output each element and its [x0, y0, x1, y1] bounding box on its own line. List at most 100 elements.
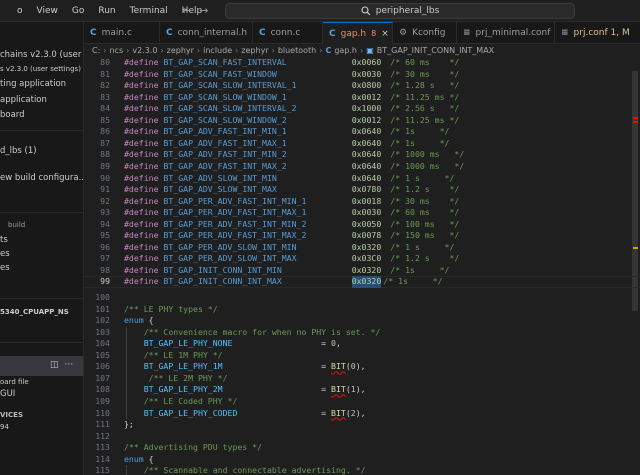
tab-kconfig[interactable]: ⚙ Kconfig	[393, 22, 457, 44]
code-line[interactable]: 99 #define BT_GAP_INIT_CONN_INT_MAX 0x0320…	[84, 276, 640, 289]
code-line[interactable]: 95 #define BT_GAP_PER_ADV_FAST_INT_MAX_2 0…	[84, 230, 640, 242]
code-line[interactable]: 112	[84, 431, 640, 443]
forward-arrow-icon[interactable]: →	[199, 4, 208, 17]
command-center-search[interactable]: peripheral_lbs	[225, 3, 575, 19]
c-file-icon: C	[325, 46, 332, 55]
tab-main-c[interactable]: C main.c	[84, 22, 160, 44]
breadcrumb-symbol[interactable]: BT_GAP_INIT_CONN_INT_MAX	[377, 46, 494, 55]
code-line[interactable]: 113 /** Advertising PDU types */	[84, 442, 640, 454]
more-icon[interactable]: ···	[65, 360, 74, 370]
code-line[interactable]: 111};	[84, 419, 640, 431]
sidebar-item-device[interactable]: 94	[0, 423, 9, 431]
code-line[interactable]: 109 /** LE Coded PHY */	[84, 396, 640, 408]
sidebar-item-files-2[interactable]: es	[0, 263, 10, 273]
macro-name: BT_GAP_ADV_FAST_INT_MIN_2	[158, 149, 287, 160]
gear-icon: ⚙	[399, 28, 408, 38]
code-line[interactable]: 81 #define BT_GAP_SCAN_FAST_WINDOW 0x0030 /…	[84, 69, 640, 81]
code-line[interactable]: 97 #define BT_GAP_PER_ADV_SLOW_INT_MAX 0x0…	[84, 253, 640, 265]
tab-gap-h[interactable]: C gap.h 8 ×	[323, 22, 393, 44]
code-line[interactable]: 107 /** LE 2M PHY */	[84, 373, 640, 385]
tab-conn-c[interactable]: C conn.c	[253, 22, 323, 44]
code-token: BT_GAP_LE_PHY_1M	[124, 361, 223, 372]
breadcrumb-zephyr[interactable]: zephyr	[167, 46, 194, 55]
breadcrumb-drive[interactable]: C:	[92, 46, 100, 55]
code-line[interactable]: 102 enum {	[84, 315, 640, 327]
navigation-arrows: ← →	[182, 4, 208, 17]
line-number: 83	[100, 91, 110, 102]
code-line[interactable]: 86 #define BT_GAP_ADV_FAST_INT_MIN_1 0x064…	[84, 126, 640, 138]
sidebar-item-sdk[interactable]: s v2.3.0 (user settings)	[0, 65, 81, 73]
code-line[interactable]: 104 BT_GAP_LE_PHY_NONE = 0,	[84, 338, 640, 350]
tab-conn-internal-h[interactable]: C conn_internal.h	[160, 22, 253, 44]
sidebar-item-add-build-config[interactable]: ew build configura...	[0, 173, 83, 183]
sidebar-item-gui[interactable]: GUI	[0, 389, 15, 399]
code-line[interactable]: 100	[84, 292, 640, 304]
breadcrumb-include[interactable]: include	[203, 46, 232, 55]
code-line[interactable]: 115 /** Scannable and connectable advert…	[84, 465, 640, 475]
define-keyword: #define	[124, 253, 159, 264]
macro-name: BT_GAP_PER_ADV_FAST_INT_MIN_2	[158, 218, 307, 229]
breadcrumb-zephyr-2[interactable]: zephyr	[241, 46, 268, 55]
sidebar-item-board-file[interactable]: oard file	[0, 378, 29, 386]
code-line[interactable]: 85 #define BT_GAP_SCAN_SLOW_WINDOW_2 0x001…	[84, 115, 640, 127]
macro-name: BT_GAP_PER_ADV_FAST_INT_MAX_1	[158, 207, 307, 218]
code-text: #define BT_GAP_PER_ADV_SLOW_INT_MAX	[124, 253, 297, 265]
code-line[interactable]: 90 #define BT_GAP_ADV_SLOW_INT_MIN 0x0640 /…	[84, 173, 640, 185]
code-editor[interactable]: 80 #define BT_GAP_SCAN_FAST_INTERVAL 0x006…	[84, 57, 640, 475]
sidebar-item-create-application[interactable]: ting application	[0, 79, 66, 89]
code-line[interactable]: 98 #define BT_GAP_INIT_CONN_INT_MIN 0x0320…	[84, 265, 640, 277]
sidebar-section-devices[interactable]: VICES	[0, 411, 23, 419]
back-arrow-icon[interactable]: ←	[182, 4, 191, 17]
macro-value: 0x0640	[351, 160, 382, 171]
sidebar-item-board[interactable]: board	[0, 110, 25, 120]
code-line[interactable]: 80 #define BT_GAP_SCAN_FAST_INTERVAL 0x006…	[84, 57, 640, 69]
macro-name: BT_GAP_PER_ADV_SLOW_INT_MIN	[158, 241, 297, 252]
split-icon[interactable]: ◫	[50, 360, 59, 370]
define-keyword: #define	[124, 264, 159, 275]
code-text: #define BT_GAP_ADV_FAST_INT_MIN_1	[124, 126, 287, 138]
code-line[interactable]: 94 #define BT_GAP_PER_ADV_FAST_INT_MIN_2 0…	[84, 219, 640, 231]
sidebar-item-actions[interactable]: ts	[0, 235, 8, 245]
code-line[interactable]: 105 /** LE 1M PHY */	[84, 350, 640, 362]
code-line[interactable]: 87 #define BT_GAP_ADV_FAST_INT_MAX_1 0x064…	[84, 138, 640, 150]
menu-item-go[interactable]: Go	[65, 0, 91, 22]
tab-prj-conf[interactable]: ≡ prj.conf 1, M	[555, 22, 640, 44]
breadcrumb-ncs[interactable]: ncs	[109, 46, 123, 55]
menu-item-view[interactable]: View	[30, 0, 65, 22]
line-number: 96	[100, 241, 110, 252]
sidebar-item-open-application[interactable]: application	[0, 95, 47, 105]
code-line[interactable]: 84 #define BT_GAP_SCAN_SLOW_INTERVAL_2 0x1…	[84, 103, 640, 115]
menu-bar: o View Go Run Terminal Help	[10, 0, 209, 22]
code-token: {	[143, 453, 154, 464]
close-icon[interactable]: ×	[381, 29, 389, 39]
code-line[interactable]: 96 #define BT_GAP_PER_ADV_SLOW_INT_MIN 0x0…	[84, 242, 640, 254]
code-line[interactable]: 93 #define BT_GAP_PER_ADV_FAST_INT_MAX_1 0…	[84, 207, 640, 219]
tab-prj-minimal-conf[interactable]: ≡ prj_minimal.conf	[457, 22, 555, 44]
code-line[interactable]: 92 #define BT_GAP_PER_ADV_FAST_INT_MIN_1 0…	[84, 196, 640, 208]
code-line[interactable]: 91 #define BT_GAP_ADV_SLOW_INT_MAX 0x0780 /…	[84, 184, 640, 196]
code-line[interactable]: 83 #define BT_GAP_SCAN_SLOW_WINDOW_1 0x001…	[84, 92, 640, 104]
sidebar-item-board-target[interactable]: 5340_CPUAPP_NS	[0, 308, 69, 316]
code-line[interactable]: 82 #define BT_GAP_SCAN_SLOW_INTERVAL_1 0x0…	[84, 80, 640, 92]
sidebar-item-build[interactable]: build	[8, 221, 25, 229]
breadcrumb-file[interactable]: gap.h	[334, 46, 357, 55]
menu-item-run[interactable]: Run	[91, 0, 122, 22]
sidebar-item-files[interactable]: es	[0, 249, 10, 259]
sidebar-divider	[0, 212, 83, 213]
sidebar-item-peripheral-lbs[interactable]: d_lbs (1)	[0, 146, 37, 156]
code-line[interactable]: 103 /** Convenience macro for when no PH…	[84, 327, 640, 339]
code-line[interactable]: 88 #define BT_GAP_ADV_FAST_INT_MIN_2 0x064…	[84, 149, 640, 161]
macro-value: 0x03C0	[351, 253, 382, 264]
breadcrumb-version[interactable]: v2.3.0	[132, 46, 157, 55]
code-line[interactable]: 101 /** LE PHY types */	[84, 304, 640, 316]
menu-item-terminal[interactable]: Terminal	[123, 0, 175, 22]
code-line[interactable]: 89 #define BT_GAP_ADV_FAST_INT_MAX_2 0x064…	[84, 161, 640, 173]
menu-item-file[interactable]: o	[10, 0, 30, 22]
breadcrumb-bluetooth[interactable]: bluetooth	[278, 46, 316, 55]
sidebar-item-toolchains[interactable]: chains v2.3.0 (user s...	[0, 50, 83, 60]
code-line[interactable]: 114 enum {	[84, 454, 640, 466]
code-line[interactable]: 106 BT_GAP_LE_PHY_1M = BIT(0),	[84, 361, 640, 373]
code-line[interactable]: 110 BT_GAP_LE_PHY_CODED = BIT(2),	[84, 408, 640, 420]
code-text: /** LE Coded PHY */	[124, 396, 238, 408]
code-line[interactable]: 108 BT_GAP_LE_PHY_2M = BIT(1),	[84, 384, 640, 396]
